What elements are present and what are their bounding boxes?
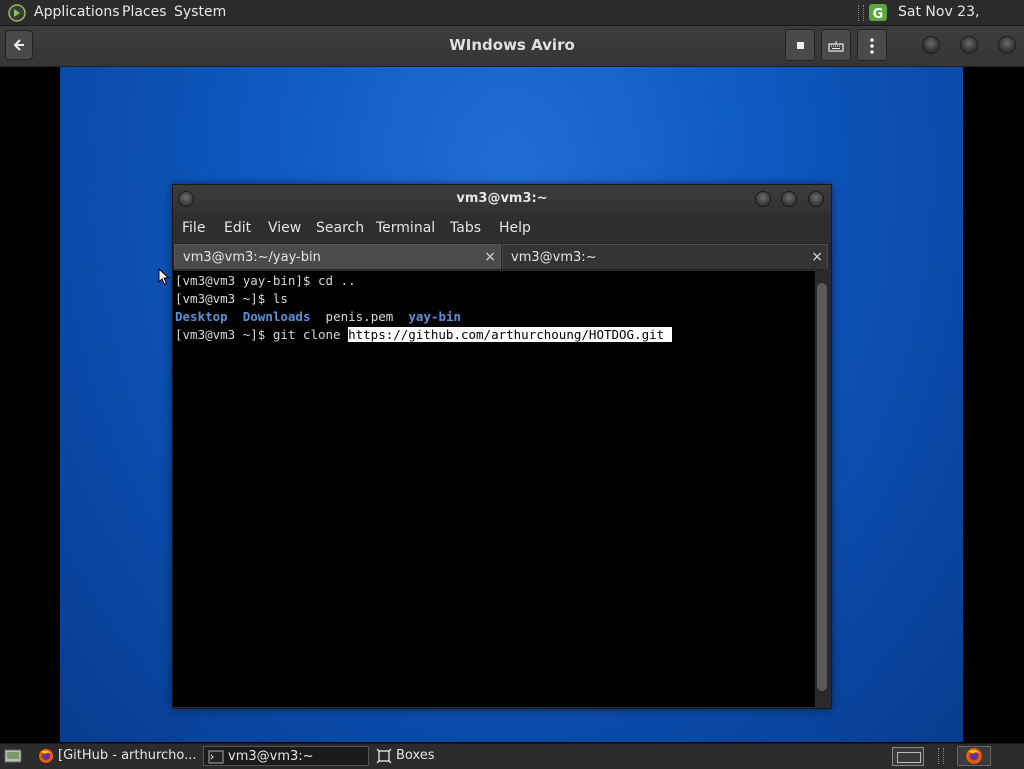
- system-menu[interactable]: System: [174, 0, 226, 25]
- places-menu[interactable]: Places: [122, 0, 167, 25]
- firefox-launcher[interactable]: [957, 746, 991, 766]
- mouse-cursor-icon: [158, 268, 170, 286]
- ls-entry-dir: Desktop: [175, 309, 228, 324]
- terminal-line: [vm3@vm3 yay-bin]$ cd ..: [175, 273, 356, 288]
- workspace-1[interactable]: [897, 752, 921, 763]
- terminal-close-button[interactable]: [808, 191, 824, 207]
- terminal-minimize-button[interactable]: [755, 191, 771, 207]
- workspace-switcher[interactable]: [892, 747, 924, 766]
- terminal-window: vm3@vm3:~ File Edit View Search Terminal…: [172, 184, 832, 709]
- panel-separator: [858, 5, 864, 21]
- terminal-line: Desktop Downloads penis.pem yay-bin: [175, 308, 461, 326]
- menu-file[interactable]: File: [182, 213, 205, 243]
- close-icon[interactable]: ×: [811, 245, 823, 270]
- terminal-maximize-button[interactable]: [781, 191, 797, 207]
- terminal-tab-bar: vm3@vm3:~/yay-bin × vm3@vm3:~ ×: [173, 243, 831, 270]
- taskbar-item-boxes[interactable]: Boxes: [372, 746, 512, 766]
- firefox-icon: [39, 749, 53, 763]
- maximize-button[interactable]: [960, 36, 978, 54]
- minimize-button[interactable]: [922, 36, 940, 54]
- task-label: vm3@vm3:~: [228, 749, 314, 764]
- keyboard-button[interactable]: [821, 29, 851, 61]
- terminal-line: [vm3@vm3 ~]$ git clone https://github.co…: [175, 326, 673, 344]
- tab-label: vm3@vm3:~: [511, 250, 597, 265]
- svg-text:G: G: [873, 7, 884, 22]
- menu-tabs[interactable]: Tabs: [450, 213, 481, 243]
- menu-edit[interactable]: Edit: [224, 213, 251, 243]
- vm-menu-button[interactable]: [857, 29, 887, 61]
- tab-yay-bin[interactable]: vm3@vm3:~/yay-bin ×: [174, 244, 501, 269]
- ls-entry-dir: yay-bin: [408, 309, 462, 324]
- menu-search[interactable]: Search: [316, 213, 364, 243]
- firefox-icon: [966, 748, 982, 764]
- terminal-menubar: File Edit View Search Terminal Tabs Help: [173, 213, 831, 243]
- ls-entry-file: penis.pem: [325, 309, 394, 324]
- selected-url[interactable]: https://github.com/arthurchoung/HOTDOG.g…: [348, 327, 673, 342]
- terminal-line: [vm3@vm3 ~]$ ls: [175, 291, 288, 306]
- top-panel: Applications Places System G Sat Nov 23,…: [0, 0, 1024, 45]
- applications-menu[interactable]: Applications: [34, 0, 120, 25]
- tab-home[interactable]: vm3@vm3:~ ×: [502, 244, 828, 269]
- terminal-titlebar[interactable]: vm3@vm3:~: [173, 185, 831, 213]
- keyboard-icon: [828, 40, 844, 52]
- menu-view[interactable]: View: [268, 213, 301, 243]
- clock[interactable]: Sat Nov 23, 11:26 AM: [898, 0, 1024, 45]
- terminal-icon: [208, 750, 224, 764]
- task-label: Boxes: [396, 748, 435, 763]
- show-desktop-icon[interactable]: [4, 748, 22, 764]
- vertical-dots-icon: [870, 37, 874, 54]
- menu-help[interactable]: Help: [499, 213, 531, 243]
- scrollbar-thumb[interactable]: [817, 283, 827, 691]
- arrow-left-icon: [13, 39, 24, 51]
- menu-terminal[interactable]: Terminal: [376, 213, 435, 243]
- update-tray-icon[interactable]: G: [868, 3, 888, 22]
- stop-button[interactable]: [785, 29, 815, 61]
- taskbar-item-terminal[interactable]: vm3@vm3:~: [203, 746, 369, 766]
- taskbar-item-firefox[interactable]: [GitHub - arthurcho...: [34, 746, 200, 766]
- close-icon[interactable]: ×: [484, 245, 496, 270]
- back-button[interactable]: [5, 30, 33, 60]
- ls-entry-dir: Downloads: [242, 309, 311, 324]
- vm-display[interactable]: vm3@vm3:~ File Edit View Search Terminal…: [60, 67, 963, 742]
- prompt: [vm3@vm3 ~]$ git clone: [175, 327, 349, 342]
- task-label: [GitHub - arthurcho...: [58, 748, 197, 763]
- vm-title: WIndows Aviro: [449, 36, 575, 54]
- tab-label: vm3@vm3:~/yay-bin: [183, 250, 321, 265]
- boxes-icon: [376, 748, 392, 764]
- vm-header-bar: WIndows Aviro: [0, 26, 1024, 67]
- distro-logo-icon[interactable]: [8, 4, 26, 22]
- close-button[interactable]: [998, 36, 1016, 54]
- terminal-scrollbar[interactable]: [815, 271, 830, 707]
- bottom-taskbar: [GitHub - arthurcho... vm3@vm3:~ Boxes: [0, 743, 1024, 769]
- stop-icon: [796, 42, 804, 49]
- terminal-title: vm3@vm3:~: [456, 191, 548, 206]
- terminal-output[interactable]: [vm3@vm3 yay-bin]$ cd .. [vm3@vm3 ~]$ ls…: [173, 271, 815, 707]
- panel-separator: [938, 748, 944, 764]
